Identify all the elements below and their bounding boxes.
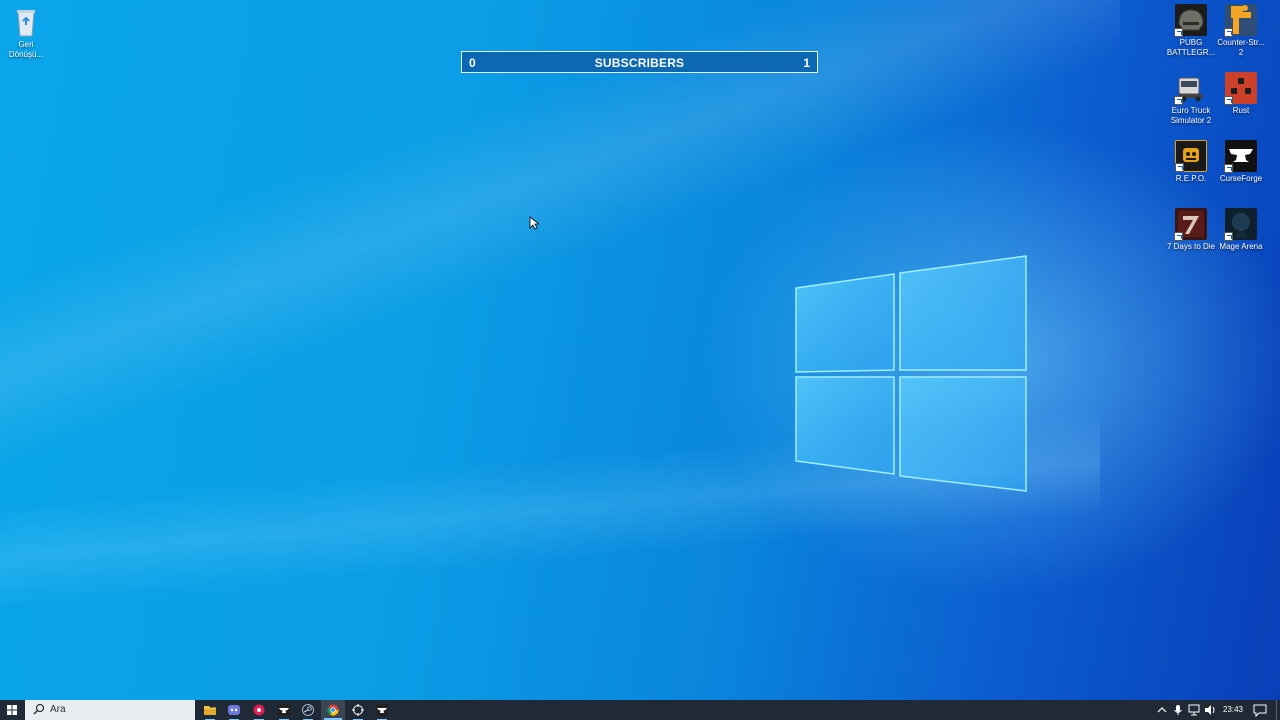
taskbar-app-discord[interactable]: [222, 700, 246, 720]
shortcut-arrow-icon: [1175, 163, 1184, 172]
desktop-icon-counter-strike-2[interactable]: Counter-Str... 2: [1216, 4, 1266, 57]
desktop-icon-euro-truck-simulator-2[interactable]: Euro Truck Simulator 2: [1166, 72, 1216, 125]
mage-arena-icon: [1224, 208, 1257, 241]
desktop-icon-rust[interactable]: Rust: [1216, 72, 1266, 116]
desktop-icon-recycle-bin[interactable]: Geri Dönüşü...: [1, 6, 51, 59]
taskbar-app-chrome[interactable]: [321, 700, 345, 720]
taskbar-app-curseforge-2[interactable]: [370, 700, 394, 720]
chevron-up-icon[interactable]: [1156, 700, 1168, 720]
start-button[interactable]: [0, 700, 24, 720]
desktop-icon-label: CurseForge: [1219, 174, 1263, 183]
subscriber-goal-bar: 0 SUBSCRIBERS 1: [461, 51, 818, 73]
desktop: Geri Dönüşü... PUBG BATTLEGR... Counter-…: [0, 0, 1280, 700]
curseforge-small-icon: [278, 704, 290, 716]
shortcut-arrow-icon: [1224, 96, 1233, 105]
shortcut-arrow-icon: [1224, 232, 1233, 241]
taskbar: Ara 23:43: [0, 700, 1280, 720]
repo-icon: [1175, 140, 1207, 172]
taskbar-app-steam[interactable]: [296, 700, 320, 720]
subscriber-goal-value: 1: [803, 56, 810, 70]
euro-truck-simulator-2-icon: [1174, 72, 1207, 105]
desktop-icon-label: R.E.P.O.: [1175, 174, 1207, 183]
shortcut-arrow-icon: [1174, 28, 1183, 37]
counter-strike-2-icon: [1224, 4, 1257, 37]
pubg-icon: [1174, 4, 1207, 37]
curseforge-small-icon: [376, 704, 388, 716]
desktop-icon-label: Mage Arena: [1219, 242, 1263, 251]
steam-icon: [302, 704, 314, 716]
network-icon[interactable]: [1187, 700, 1201, 720]
shortcut-arrow-icon: [1224, 28, 1233, 37]
mouse-cursor-icon: [529, 216, 539, 230]
desktop-icon-label: Rust: [1232, 106, 1250, 115]
desktop-icon-label: 7 Days to Die: [1166, 242, 1216, 251]
windows-logo-wallpaper: [795, 255, 1027, 492]
show-desktop-button[interactable]: [1276, 700, 1280, 720]
search-icon: [33, 703, 45, 715]
notification-center-icon[interactable]: [1250, 700, 1270, 720]
recycle-bin-icon: [10, 6, 42, 38]
taskbar-app-crosshair[interactable]: [346, 700, 370, 720]
desktop-icon-label: Geri Dönüşü...: [8, 40, 44, 59]
rust-icon: [1224, 72, 1257, 105]
taskbar-clock[interactable]: 23:43: [1218, 705, 1248, 714]
curseforge-icon: [1224, 140, 1257, 173]
desktop-icon-mage-arena[interactable]: Mage Arena: [1216, 208, 1266, 252]
desktop-icon-pubg[interactable]: PUBG BATTLEGR...: [1166, 4, 1216, 57]
folder-icon: [204, 706, 216, 715]
subscriber-label: SUBSCRIBERS: [594, 56, 685, 70]
microphone-icon[interactable]: [1172, 700, 1184, 720]
desktop-icon-repo[interactable]: R.E.P.O.: [1166, 140, 1216, 184]
taskbar-app-recorder[interactable]: [247, 700, 271, 720]
volume-icon[interactable]: [1203, 700, 1217, 720]
desktop-icon-label: Counter-Str... 2: [1217, 38, 1265, 57]
desktop-icon-7-days-to-die[interactable]: 7 Days to Die: [1166, 208, 1216, 252]
taskbar-app-curseforge[interactable]: [272, 700, 296, 720]
7-days-to-die-icon: [1174, 208, 1207, 241]
desktop-icon-label: Euro Truck Simulator 2: [1170, 106, 1212, 125]
search-placeholder: Ara: [50, 704, 66, 715]
shortcut-arrow-icon: [1174, 232, 1183, 241]
record-icon: [253, 704, 265, 716]
desktop-icon-curseforge[interactable]: CurseForge: [1216, 140, 1266, 184]
shortcut-arrow-icon: [1174, 96, 1183, 105]
search-box[interactable]: Ara: [25, 700, 195, 720]
discord-icon: [228, 705, 240, 715]
windows-start-icon: [7, 705, 17, 715]
shortcut-arrow-icon: [1224, 164, 1233, 173]
chrome-icon: [327, 704, 339, 716]
crosshair-icon: [352, 704, 364, 716]
desktop-icon-label: PUBG BATTLEGR...: [1166, 38, 1216, 57]
taskbar-app-file-explorer[interactable]: [198, 700, 222, 720]
